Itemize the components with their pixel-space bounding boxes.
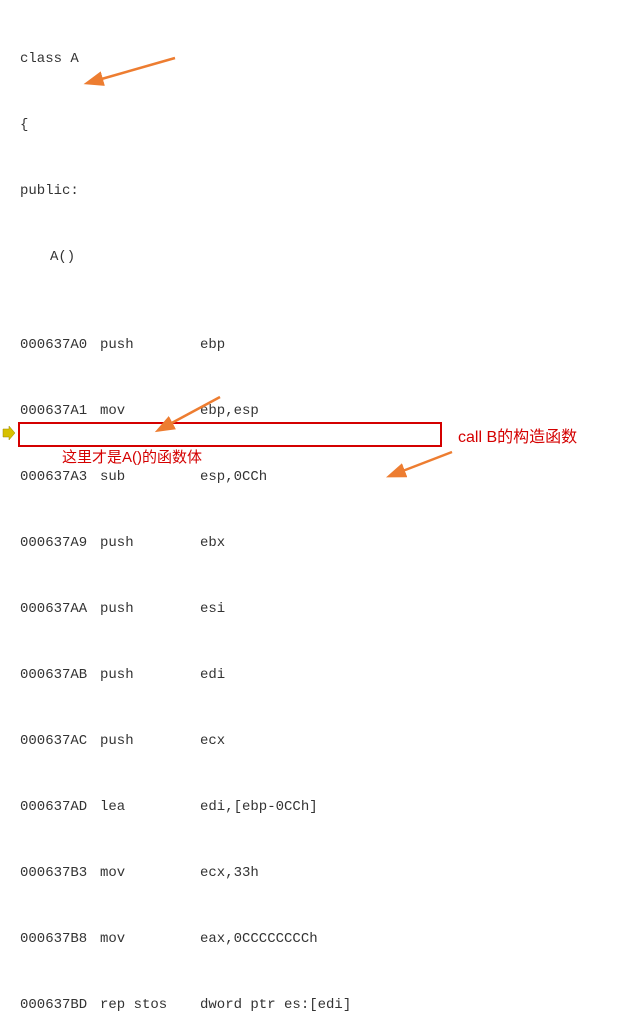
asm-mnemonic: mov [100,928,200,950]
asm-operands: ebx [200,532,225,554]
source-line: A() [20,246,75,268]
asm-mnemonic: rep stos [100,994,200,1016]
asm-addr: 000637BD [20,994,100,1016]
asm-mnemonic: push [100,532,200,554]
asm-mnemonic: mov [100,400,200,422]
asm-mnemonic: push [100,598,200,620]
asm-addr: 000637B8 [20,928,100,950]
asm-addr: 000637AD [20,796,100,818]
asm-addr: 000637A0 [20,334,100,356]
asm-addr: 000637AC [20,730,100,752]
asm-operands: dword ptr es:[edi] [200,994,351,1016]
asm-addr: 000637A9 [20,532,100,554]
current-instruction-arrow-icon [2,426,16,440]
asm-mnemonic: lea [100,796,200,818]
asm-operands: edi [200,664,225,686]
asm-mnemonic: mov [100,862,200,884]
asm-mnemonic: push [100,730,200,752]
asm-mnemonic: push [100,664,200,686]
asm-operands: ebp [200,334,225,356]
source-line: public: [20,180,79,202]
asm-operands: ecx,33h [200,862,259,884]
asm-mnemonic: sub [100,466,200,488]
asm-operands: esp,0CCh [200,466,267,488]
asm-addr: 000637A3 [20,466,100,488]
annotation-call-b: call B的构造函数 [458,423,577,447]
annotation-body-here: 这里才是A()的函数体 [62,446,202,467]
source-line: class A [20,48,79,70]
disassembly-view: class A { public: A() 000637A0pushebp 00… [0,0,621,1036]
asm-addr: 000637AB [20,664,100,686]
source-line: { [20,114,28,136]
asm-addr: 000637AA [20,598,100,620]
asm-operands: edi,[ebp-0CCh] [200,796,318,818]
asm-operands: esi [200,598,225,620]
asm-operands: ecx [200,730,225,752]
asm-addr: 000637A1 [20,400,100,422]
asm-operands: ebp,esp [200,400,259,422]
asm-mnemonic: push [100,334,200,356]
asm-addr: 000637B3 [20,862,100,884]
asm-operands: eax,0CCCCCCCCh [200,928,318,950]
